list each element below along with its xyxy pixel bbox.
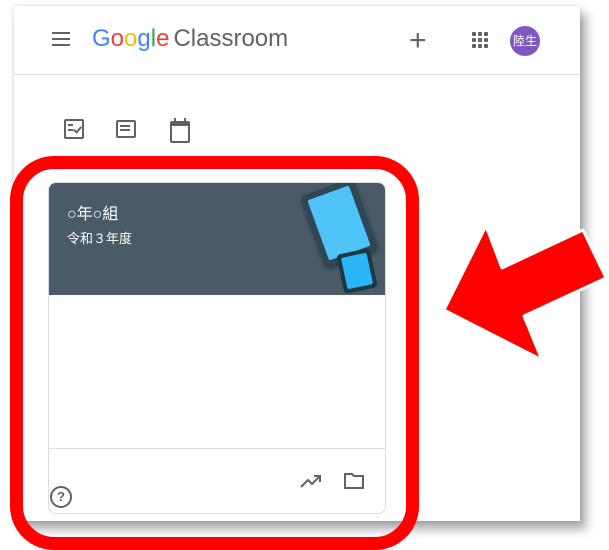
class-title[interactable]: ○年○組 [67,205,118,225]
top-app-bar: Google Classroom + 陸生 [14,6,580,75]
help-icon[interactable]: ? [50,486,72,508]
class-section: 令和３年度 [67,231,133,246]
avatar[interactable]: 陸生 [510,26,540,56]
add-icon[interactable]: + [409,26,427,56]
tablet-illustration [336,247,378,295]
class-card-footer [49,448,385,513]
classroom-window: Google Classroom + 陸生 ○年○組 令和３年度 ? [14,6,580,521]
apps-icon[interactable] [472,32,488,48]
logo-letter: e [156,25,170,52]
logo-letter: g [137,25,151,52]
product-name: Classroom [173,25,289,52]
classwork-folder-icon[interactable] [116,119,136,139]
class-card[interactable]: ○年○組 令和３年度 [48,182,386,514]
calendar-icon[interactable] [170,118,190,143]
trending-icon[interactable] [299,471,323,491]
logo-letter: G [92,25,111,52]
todo-icon[interactable] [64,119,84,139]
folder-icon[interactable] [343,471,365,491]
class-card-header[interactable]: ○年○組 令和３年度 [49,183,385,295]
google-classroom-logo[interactable]: Google Classroom [92,24,288,54]
logo-letter: o [110,25,125,52]
logo-letter: o [124,25,138,52]
menu-icon[interactable] [52,32,70,46]
